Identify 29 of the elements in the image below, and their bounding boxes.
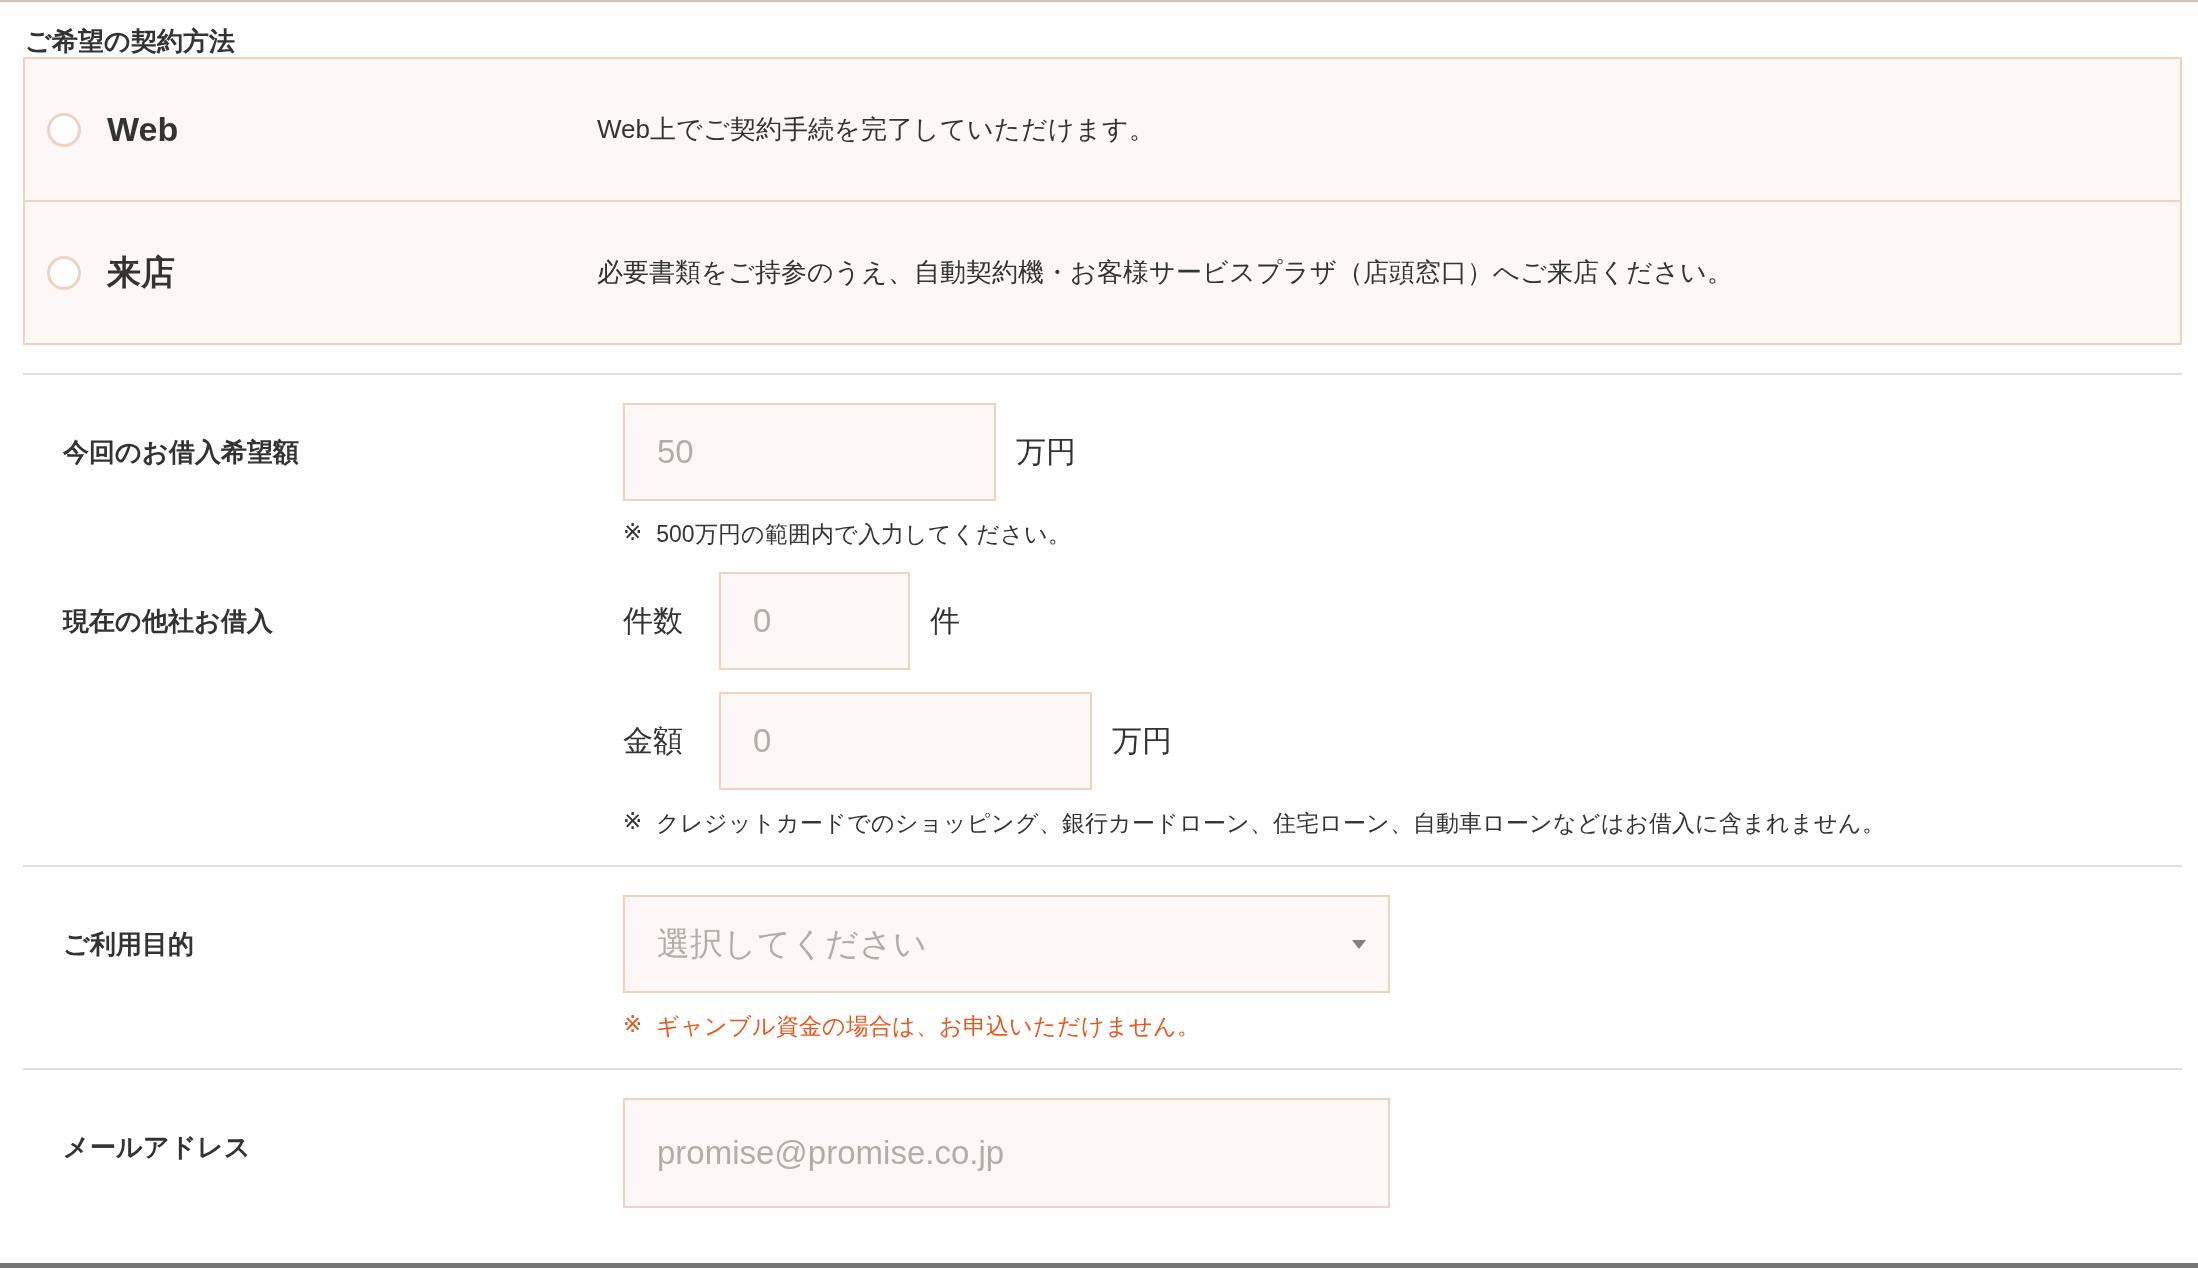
field-label: ご利用目的 [62,928,195,961]
caret-icon [1352,939,1366,949]
field-label: 現在の他社お借入 [61,605,274,638]
section-title: ご希望の契約方法 [24,25,236,57]
input-field[interactable]: 50 [623,403,996,501]
radio-button[interactable] [47,112,81,147]
option-label: 来店 [106,251,176,293]
option-description: 必要書類をご持参のうえ、自動契約機・お客様サービスプラザ（店頭窓口）へご来店ください。 [597,256,1733,289]
note-text: 500万円の範囲内で入力してください。 [656,520,1071,549]
unit-label: 万円 [1112,722,1172,759]
field-label: 今回のお借入希望額 [62,436,300,469]
note-text: クレジットカードでのショッピング、銀行カードローン、住宅ローン、自動車ローンなどはお借入に含まれません。 [656,809,1886,838]
radio-button[interactable] [47,255,81,290]
email-input-field[interactable]: promise@promise.co.jp [623,1098,1390,1208]
contract-option[interactable]: Web Web上でご契約手続を完了していただけます。 [25,59,2180,200]
note-text: ギャンブル資金の場合は、お申込いただけません。 [656,1012,1201,1041]
input-prefix-label: 件数 [623,602,684,639]
input-prefix-label: 金額 [623,722,684,759]
field-label: メールアドレス [62,1131,252,1164]
option-label: Web [106,110,180,149]
input-field[interactable]: 0 [719,572,910,670]
unit-label: 万円 [1016,433,1076,470]
input-field[interactable]: 0 [719,692,1092,790]
note-mark: ※ [623,519,643,547]
option-description: Web上でご契約手続を完了していただけます。 [597,113,1155,146]
unit-label: 件 [930,602,960,639]
note-mark: ※ [623,808,643,836]
note-mark: ※ [623,1011,643,1039]
contract-option[interactable]: 来店 必要書類をご持参のうえ、自動契約機・お客様サービスプラザ（店頭窓口）へご来店ください。 [25,200,2180,343]
